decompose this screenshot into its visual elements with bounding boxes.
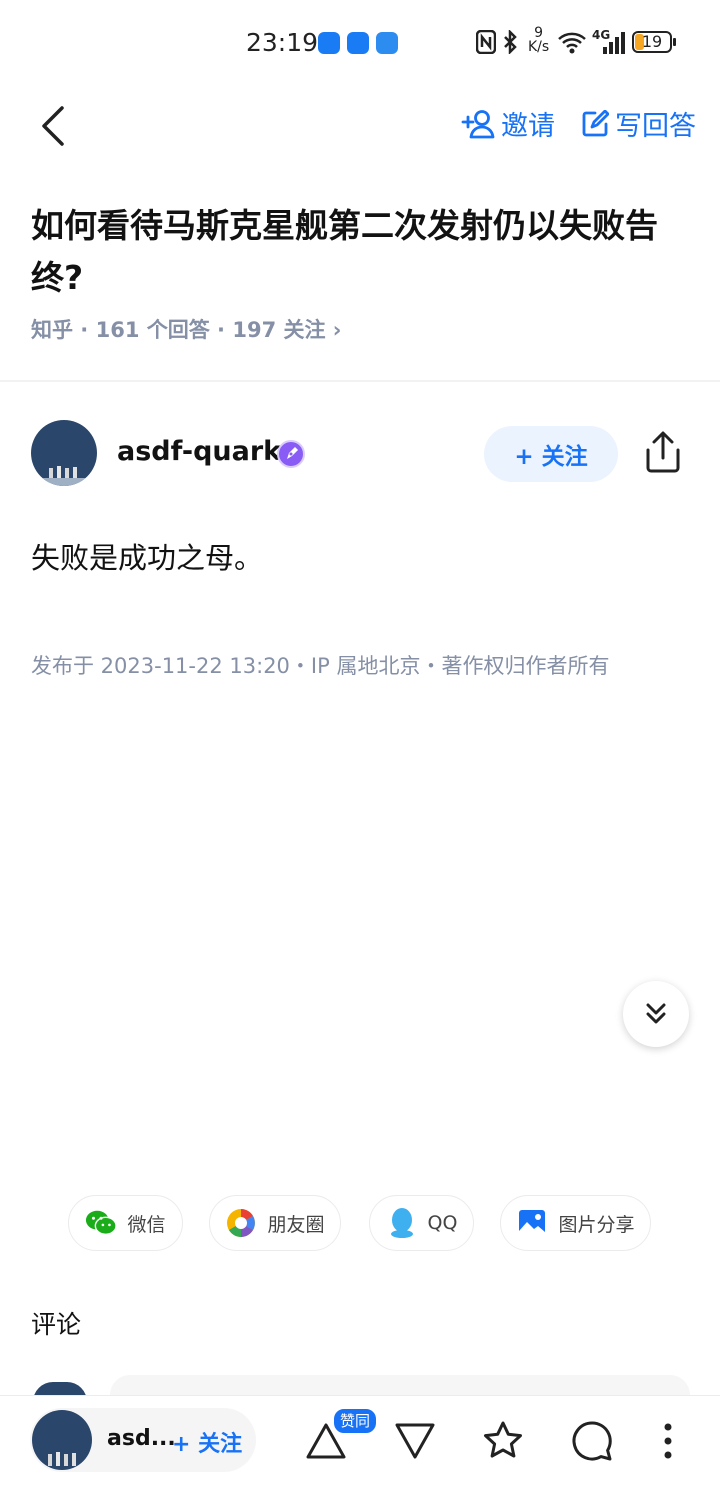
share-qq-button[interactable]: QQ xyxy=(369,1195,474,1251)
invite-label: 邀请 xyxy=(501,111,555,142)
share-wechat-label: 微信 xyxy=(127,1213,166,1236)
write-answer-label: 写回答 xyxy=(615,111,696,142)
bottom-follow-button[interactable]: + 关注 xyxy=(172,1426,242,1458)
downvote-button[interactable] xyxy=(391,1417,439,1465)
battery-tip xyxy=(673,38,676,46)
add-user-icon xyxy=(461,109,495,138)
share-wechat-button[interactable]: 微信 xyxy=(68,1195,183,1251)
comments-title: 评论 xyxy=(31,1310,82,1339)
verified-badge-icon xyxy=(277,440,305,468)
invite-button[interactable]: 邀请 xyxy=(461,104,555,143)
net-speed-value: 9 xyxy=(534,25,544,41)
wifi-icon xyxy=(557,30,587,54)
vote-badge: 赞同 xyxy=(332,1407,379,1435)
follow-button[interactable]: + 关注 xyxy=(484,426,618,482)
qq-icon xyxy=(386,1207,418,1239)
question-meta[interactable]: 知乎 · 161 个回答 · 197 关注 › xyxy=(31,314,341,344)
moments-icon xyxy=(225,1207,257,1239)
comment-icon xyxy=(572,1421,612,1461)
answer-meta: 发布于 2023-11-22 13:20・IP 属地北京・著作权归作者所有 xyxy=(31,654,610,678)
app-notification-icon xyxy=(347,32,369,54)
write-answer-button[interactable]: 写回答 xyxy=(581,104,696,143)
signal-icon xyxy=(602,32,626,54)
edit-icon xyxy=(582,109,609,136)
more-vertical-icon xyxy=(664,1423,672,1459)
share-image-label: 图片分享 xyxy=(558,1213,635,1236)
share-moments-button[interactable]: 朋友圈 xyxy=(209,1195,341,1251)
app-notification-icon xyxy=(318,32,340,54)
back-button[interactable] xyxy=(36,104,72,148)
image-icon xyxy=(516,1207,548,1239)
net-speed: 9 K/s xyxy=(528,26,549,54)
app-notification-icon xyxy=(376,32,398,54)
triangle-down-icon xyxy=(395,1423,435,1459)
bluetooth-icon xyxy=(502,28,518,56)
next-answer-button[interactable] xyxy=(623,981,689,1047)
more-button[interactable] xyxy=(644,1417,692,1465)
status-time: 23:19 xyxy=(246,28,319,57)
battery-level: 19 xyxy=(641,32,663,51)
net-speed-unit: K/s xyxy=(528,39,550,55)
author-avatar[interactable] xyxy=(31,420,97,486)
star-icon xyxy=(484,1421,522,1458)
double-chevron-down-icon xyxy=(646,1003,666,1024)
nfc-icon xyxy=(475,29,497,55)
author-name[interactable]: asdf-quark xyxy=(117,436,281,467)
answer-content: 失败是成功之母。 xyxy=(31,541,264,575)
chevron-left-icon xyxy=(42,106,64,146)
divider xyxy=(0,380,720,382)
bottom-author-avatar[interactable] xyxy=(32,1410,92,1470)
share-qq-label: QQ xyxy=(427,1212,458,1234)
bottom-author-name[interactable]: asd... xyxy=(107,1426,176,1451)
share-icon[interactable] xyxy=(643,430,683,474)
battery-icon: 19 xyxy=(632,31,672,53)
wechat-icon xyxy=(85,1207,118,1239)
comment-button[interactable] xyxy=(568,1417,616,1465)
share-moments-label: 朋友圈 xyxy=(267,1213,325,1236)
share-image-button[interactable]: 图片分享 xyxy=(500,1195,651,1251)
favorite-button[interactable] xyxy=(479,1417,527,1465)
question-title[interactable]: 如何看待马斯克星舰第二次发射仍以失败告终? xyxy=(31,200,691,304)
